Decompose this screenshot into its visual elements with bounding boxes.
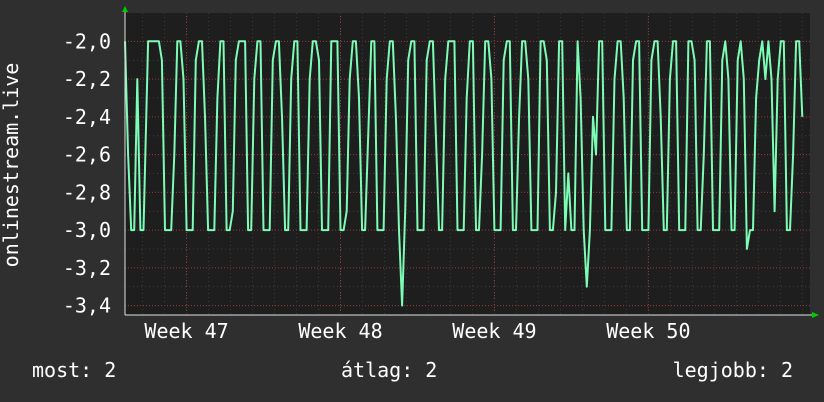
y-axis-arrow <box>122 6 128 12</box>
stat-average: átlag: 2 <box>341 358 437 382</box>
x-tick-label: Week 47 <box>144 319 228 343</box>
stat-best-value: 2 <box>780 358 793 382</box>
x-tick-label: Week 50 <box>606 319 690 343</box>
stat-average-label: átlag: <box>341 358 414 382</box>
y-tick-label: -3,2 <box>63 256 111 280</box>
y-axis-label: onlinestream.live <box>0 63 23 268</box>
stat-best: legjobb: 2 <box>673 358 793 382</box>
y-tick-label: -2,0 <box>63 29 111 53</box>
y-tick-label: -2,4 <box>63 105 111 129</box>
y-tick-label: -2,8 <box>63 180 111 204</box>
y-tick-labels: -2,0 -2,2 -2,4 -2,6 -2,8 -3,0 -3,2 -3,4 <box>63 29 111 317</box>
stat-now-label: most: <box>32 358 93 382</box>
y-tick-label: -2,2 <box>63 67 111 91</box>
stat-average-value: 2 <box>425 358 438 382</box>
stats-bar: most: 2 átlag: 2 legjobb: 2 <box>0 358 824 388</box>
stat-best-label: legjobb: <box>672 358 769 382</box>
stat-now: most: 2 <box>32 358 116 382</box>
y-tick-label: -3,4 <box>63 294 111 318</box>
y-tick-label: -2,6 <box>63 143 111 167</box>
stat-now-value: 2 <box>104 358 117 382</box>
chart: -2,0 -2,2 -2,4 -2,6 -2,8 -3,0 -3,2 -3,4 Week 47… <box>0 6 819 343</box>
x-axis-arrow <box>812 312 819 318</box>
x-tick-label: Week 48 <box>298 319 382 343</box>
x-tick-labels: Week 47 Week 48 Week 49 Week 50 <box>144 319 690 343</box>
y-tick-label: -3,0 <box>63 218 111 242</box>
x-tick-label: Week 49 <box>452 319 536 343</box>
